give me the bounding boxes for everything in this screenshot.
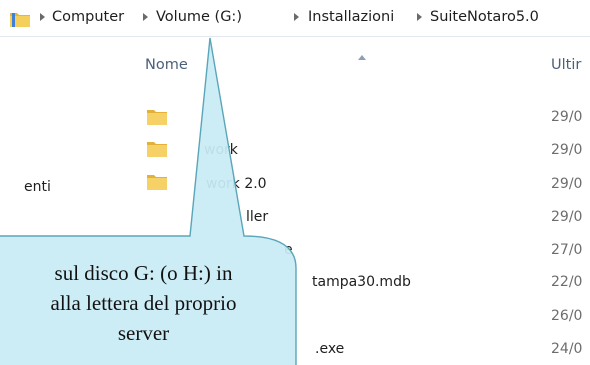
callout-line: server bbox=[117, 321, 170, 345]
callout-text: sul disco G: (o H:) in alla lettera del … bbox=[0, 258, 407, 348]
callout-line: alla lettera del proprio bbox=[50, 291, 237, 315]
callout-line: sul disco G: (o H:) in bbox=[54, 261, 233, 285]
